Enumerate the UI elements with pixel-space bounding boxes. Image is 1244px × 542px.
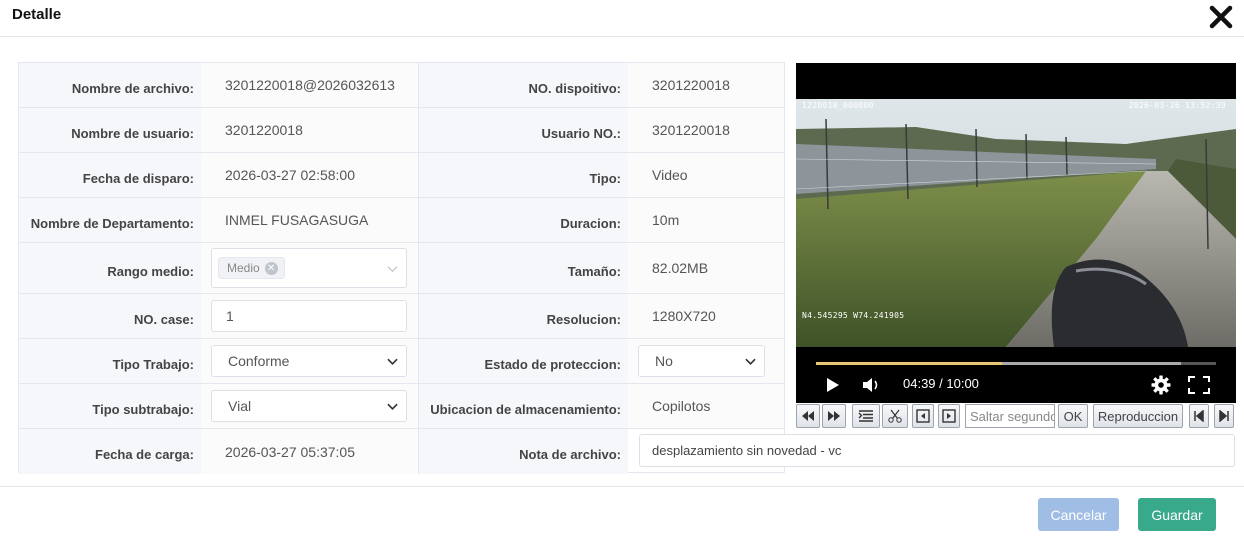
save-button[interactable]: Guardar [1138, 498, 1216, 531]
work-type-select[interactable]: Conforme [211, 345, 407, 377]
user-no-value: 3201220018 [628, 108, 784, 152]
seek-seconds-input[interactable]: Saltar segundo [965, 404, 1055, 428]
chevron-down-icon [745, 358, 756, 365]
size-label: Tamaño: [418, 243, 628, 293]
type-value: Video [628, 153, 784, 197]
prev-frame-icon [916, 409, 930, 423]
skip-start-icon [1194, 410, 1204, 422]
close-icon[interactable] [1208, 4, 1234, 30]
media-range-label: Rango medio: [19, 243, 201, 293]
osd-timestamp: 2026-03-26 13:52:39 [1128, 101, 1226, 110]
storage-location-label: Ubicacion de almacenamiento: [418, 384, 628, 428]
duration-label: Duracion: [418, 198, 628, 242]
video-frame [796, 99, 1236, 347]
fast-forward-button[interactable] [822, 404, 846, 428]
subwork-type-value: Vial [228, 398, 252, 414]
protection-state-value: No [655, 353, 673, 369]
clip-button[interactable] [882, 404, 908, 428]
chevron-down-icon [387, 358, 398, 365]
department-label: Nombre de Departamento: [19, 198, 201, 242]
next-frame-button[interactable] [938, 404, 960, 428]
duration-value: 10m [628, 198, 784, 242]
case-no-input[interactable]: 1 [211, 300, 407, 332]
form-row: Fecha de disparo: 2026-03-27 02:58:00 Ti… [19, 153, 784, 198]
play-icon[interactable] [826, 377, 840, 393]
form-row: Tipo Trabajo: Conforme Estado de protecc… [19, 339, 784, 384]
dialog-title: Detalle [12, 6, 62, 23]
trigger-date-label: Fecha de disparo: [19, 153, 201, 197]
form-row: Rango medio: Medio ✕ Tamaño: 82.02MB [19, 243, 784, 294]
upload-date-label: Fecha de carga: [19, 429, 201, 474]
department-value: INMEL FUSAGASUGA [201, 198, 418, 242]
prev-frame-button[interactable] [912, 404, 934, 428]
list-icon [858, 410, 873, 422]
resolution-value: 1280X720 [628, 294, 784, 338]
list-button[interactable] [852, 404, 880, 428]
seek-ok-button[interactable]: OK [1058, 404, 1088, 428]
chevron-down-icon [387, 266, 398, 273]
media-range-tag-label: Medio [227, 261, 260, 275]
tag-close-icon[interactable]: ✕ [264, 261, 278, 275]
rewind-button[interactable] [796, 404, 820, 428]
storage-location-value: Copilotos [628, 384, 784, 428]
detail-form: Nombre de archivo: 3201220018@2026032613… [18, 62, 785, 474]
subwork-type-select[interactable]: Vial [211, 390, 407, 422]
video-player[interactable]: 1220018_000000 2026-03-26 13:52:39 N4.54… [796, 63, 1236, 403]
form-row: NO. case: 1 Resolucion: 1280X720 [19, 294, 784, 339]
upload-date-value: 2026-03-27 05:37:05 [201, 429, 418, 474]
settings-icon[interactable] [1151, 375, 1171, 395]
cancel-button[interactable]: Cancelar [1038, 498, 1119, 531]
dialog-footer: Cancelar Guardar [0, 486, 1244, 542]
work-type-value: Conforme [228, 353, 290, 369]
form-row: Nombre de usuario: 3201220018 Usuario NO… [19, 108, 784, 153]
osd-device-id: 1220018_000000 [802, 101, 874, 110]
username-label: Nombre de usuario: [19, 108, 201, 152]
skip-end-button[interactable] [1214, 404, 1234, 428]
skip-start-button[interactable] [1189, 404, 1209, 428]
media-range-select[interactable]: Medio ✕ [211, 248, 407, 288]
form-row: Nombre de Departamento: INMEL FUSAGASUGA… [19, 198, 784, 243]
fullscreen-icon[interactable] [1188, 376, 1210, 394]
dialog-header: Detalle [0, 0, 1244, 37]
device-no-value: 3201220018 [628, 63, 784, 107]
filename-label: Nombre de archivo: [19, 63, 201, 107]
username-value: 3201220018 [201, 108, 418, 152]
video-played [816, 362, 1002, 365]
detail-dialog: Detalle Nombre de archivo: 3201220018@20… [0, 0, 1244, 542]
video-progress-bar[interactable] [816, 362, 1216, 365]
trigger-date-value: 2026-03-27 02:58:00 [201, 153, 418, 197]
file-note-input[interactable]: desplazamiento sin novedad - vc [639, 434, 1235, 467]
media-range-tag: Medio ✕ [218, 257, 285, 279]
device-no-label: NO. dispoitivo: [418, 63, 628, 107]
scissors-icon [888, 409, 902, 423]
skip-end-icon [1219, 410, 1229, 422]
video-toolbar: Saltar segundo OK Reproduccion [796, 404, 1236, 428]
type-label: Tipo: [418, 153, 628, 197]
size-value: 82.02MB [628, 243, 784, 293]
next-frame-icon [942, 409, 956, 423]
protection-state-select[interactable]: No [638, 345, 765, 377]
work-type-label: Tipo Trabajo: [19, 339, 201, 383]
file-note-label: Nota de archivo: [418, 429, 628, 474]
chevron-down-icon [387, 403, 398, 410]
osd-gps: N4.545295 W74.241905 [802, 311, 905, 320]
filename-value: 3201220018@2026032613 [201, 63, 418, 107]
protection-state-label: Estado de proteccion: [418, 339, 628, 383]
resolution-label: Resolucion: [418, 294, 628, 338]
form-row: Tipo subtrabajo: Vial Ubicacion de almac… [19, 384, 784, 429]
subwork-type-label: Tipo subtrabajo: [19, 384, 201, 428]
playback-button[interactable]: Reproduccion [1093, 404, 1183, 428]
fast-forward-icon [828, 411, 840, 421]
video-time: 04:39 / 10:00 [903, 376, 979, 391]
user-no-label: Usuario NO.: [418, 108, 628, 152]
form-row: Nombre de archivo: 3201220018@2026032613… [19, 63, 784, 108]
rewind-icon [802, 411, 814, 421]
case-no-label: NO. case: [19, 294, 201, 338]
volume-icon[interactable] [862, 376, 882, 394]
